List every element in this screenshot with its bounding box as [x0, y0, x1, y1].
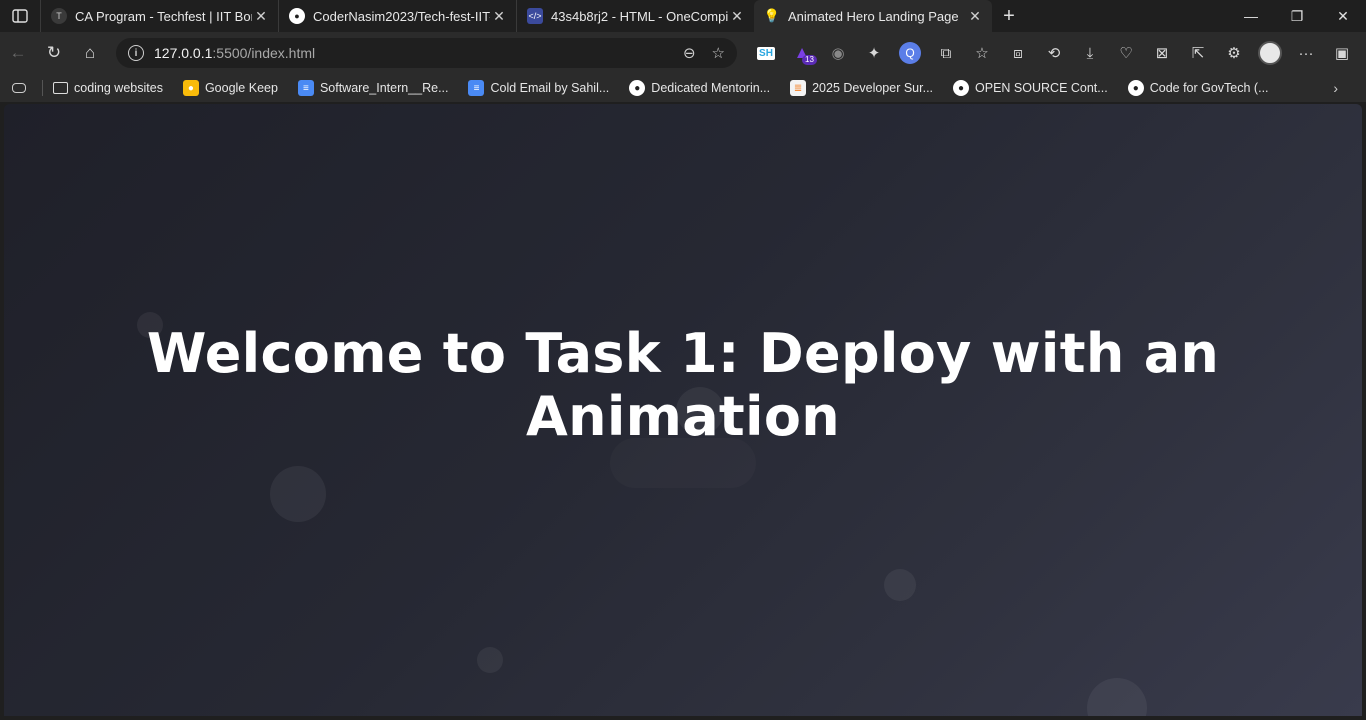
close-window-icon[interactable]: ✕	[1320, 0, 1366, 32]
floating-bubble	[884, 569, 916, 601]
techfest-logo-icon: T	[51, 8, 67, 24]
bookmark-label: 2025 Developer Sur...	[812, 81, 934, 95]
stackoverflow-icon: ≣	[790, 80, 807, 96]
folder-icon	[53, 82, 68, 94]
lightbulb-icon: 💡	[763, 8, 781, 23]
hero-cta-button[interactable]	[610, 438, 756, 488]
sidebar-toggle-icon[interactable]	[0, 0, 40, 32]
notification-badge: 13	[802, 55, 817, 65]
bookmark-label: Google Keep	[204, 81, 278, 95]
bookmark-developer-survey[interactable]: ≣ 2025 Developer Sur...	[790, 80, 933, 96]
search-extension-icon[interactable]: Q	[892, 37, 928, 69]
close-icon[interactable]: ✕	[966, 8, 984, 25]
bookmark-label: OPEN SOURCE Cont...	[975, 81, 1108, 95]
google-keep-icon: ●	[182, 80, 199, 96]
onecompiler-icon: </>	[527, 8, 543, 24]
bookmark-label: Dedicated Mentorin...	[651, 81, 771, 95]
share-icon[interactable]: ⇱	[1180, 37, 1216, 69]
tab-title: 43s4b8rj2 - HTML - OneCompiler	[551, 8, 728, 24]
floating-bubble	[477, 647, 503, 673]
tab-title: CA Program - Techfest | IIT Bombay	[75, 8, 252, 24]
tab-title: Animated Hero Landing Page	[788, 8, 959, 24]
github-icon: ●	[289, 8, 305, 24]
tab-title: CoderNasim2023/Tech-fest-IIT-Bombay	[313, 8, 490, 24]
reading-list-icon[interactable]	[12, 83, 32, 93]
record-extension-icon[interactable]: ◉	[820, 37, 856, 69]
bookmark-open-source[interactable]: ● OPEN SOURCE Cont...	[953, 80, 1108, 96]
profile-avatar[interactable]	[1252, 37, 1288, 69]
address-bar[interactable]: i 127.0.0.1:5500/index.html ⊖ ☆	[116, 38, 737, 68]
bookmark-google-keep[interactable]: ● Google Keep	[182, 80, 278, 96]
window-controls: — ❐ ✕	[1228, 0, 1366, 32]
home-icon[interactable]: ⌂	[72, 37, 108, 69]
minimize-icon[interactable]: —	[1228, 0, 1274, 32]
history-icon[interactable]: ⟲	[1036, 37, 1072, 69]
tab-strip: T CA Program - Techfest | IIT Bombay ✕ ●…	[0, 0, 1366, 32]
more-menu-icon[interactable]: ···	[1288, 37, 1324, 69]
tab-github[interactable]: ● CoderNasim2023/Tech-fest-IIT-Bombay ✕	[278, 0, 516, 32]
tools-icon[interactable]: ⚙	[1216, 37, 1252, 69]
restore-icon[interactable]: ❐	[1274, 0, 1320, 32]
downloads-icon[interactable]: ⤓	[1072, 37, 1108, 69]
refresh-icon[interactable]: ↻	[36, 37, 72, 69]
bookmark-label: Cold Email by Sahil...	[490, 81, 610, 95]
copilot-sidebar-icon[interactable]: ▣	[1324, 37, 1360, 69]
bookmark-label: coding websites	[74, 81, 163, 95]
sh-extension-icon[interactable]: SH	[748, 37, 784, 69]
divider	[42, 80, 43, 96]
favorite-star-icon[interactable]: ☆	[712, 44, 725, 62]
bookmark-label: Code for GovTech (...	[1149, 81, 1269, 95]
extensions-icon[interactable]: ⧉	[928, 37, 964, 69]
bookmark-software-intern[interactable]: ≡ Software_Intern__Re...	[297, 80, 449, 96]
close-icon[interactable]: ✕	[490, 8, 508, 25]
performance-icon[interactable]: ♡	[1108, 37, 1144, 69]
graduation-cap-extension-icon[interactable]: ▲ 13	[784, 37, 820, 69]
tab-techfest[interactable]: T CA Program - Techfest | IIT Bombay ✕	[40, 0, 278, 32]
tab-animated-hero[interactable]: 💡 Animated Hero Landing Page ✕	[754, 0, 992, 32]
screenshot-icon[interactable]: ⊠	[1144, 37, 1180, 69]
page-viewport: Welcome to Task 1: Deploy with an Animat…	[4, 104, 1362, 716]
bookmark-code-for-govtech[interactable]: ● Code for GovTech (...	[1127, 80, 1269, 96]
hero-title: Welcome to Task 1: Deploy with an Animat…	[146, 322, 1220, 448]
google-docs-icon: ≡	[297, 80, 314, 96]
floating-bubble	[270, 466, 326, 522]
bookmark-cold-email[interactable]: ≡ Cold Email by Sahil...	[468, 80, 609, 96]
url-host: 127.0.0.1	[154, 45, 213, 61]
github-icon: ●	[1127, 80, 1144, 96]
bookmark-coding-websites[interactable]: coding websites	[53, 81, 163, 95]
bookmarks-bar: coding websites ● Google Keep ≡ Software…	[0, 74, 1366, 102]
close-icon[interactable]: ✕	[252, 8, 270, 25]
github-icon: ●	[629, 80, 646, 96]
close-icon[interactable]: ✕	[728, 8, 746, 25]
site-info-icon[interactable]: i	[128, 45, 144, 61]
floating-bubble	[1087, 678, 1147, 716]
favorites-icon[interactable]: ☆	[964, 37, 1000, 69]
collections-icon[interactable]: ⧈	[1000, 37, 1036, 69]
address-actions: ⊖ ☆	[683, 44, 725, 62]
github-icon: ●	[953, 80, 970, 96]
google-docs-icon: ≡	[468, 80, 485, 96]
url-path: :5500/index.html	[212, 45, 316, 61]
back-arrow-icon[interactable]: ←	[0, 37, 36, 69]
zoom-icon[interactable]: ⊖	[683, 44, 696, 62]
extensions-row: SH ▲ 13 ◉ ✦ Q ⧉ ☆ ⧈ ⟲ ⤓ ♡ ⊠ ⇱ ⚙ ··· ▣	[748, 32, 1360, 74]
bookmark-dedicated-mentoring[interactable]: ● Dedicated Mentorin...	[629, 80, 770, 96]
new-tab-button[interactable]: +	[992, 5, 1026, 28]
tab-onecompiler[interactable]: </> 43s4b8rj2 - HTML - OneCompiler ✕	[516, 0, 754, 32]
toolbar: ← ↻ ⌂ i 127.0.0.1:5500/index.html ⊖ ☆ SH…	[0, 32, 1366, 74]
puzzle-extension-icon[interactable]: ✦	[856, 37, 892, 69]
bookmark-label: Software_Intern__Re...	[319, 81, 449, 95]
chevron-right-icon[interactable]: ›	[1333, 80, 1338, 96]
